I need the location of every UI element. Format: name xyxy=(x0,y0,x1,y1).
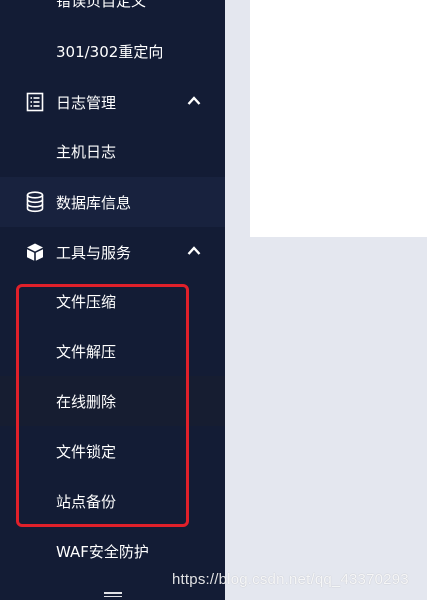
partial-menu-icon xyxy=(104,592,122,597)
sidebar-item-label: 日志管理 xyxy=(56,93,117,112)
sidebar-item-label: WAF安全防护 xyxy=(56,542,149,561)
sidebar-nav: 错误页自定义 301/302重定向 日志管理 主机日志 数据库信息 工具与服务 … xyxy=(0,0,225,600)
sidebar-item-label: 301/302重定向 xyxy=(56,42,164,61)
cube-icon xyxy=(24,241,46,263)
sidebar-item-label: 文件压缩 xyxy=(56,292,117,311)
watermark-text: https://blog.csdn.net/qq_43370293 xyxy=(172,571,409,588)
sidebar-item-waf-protection[interactable]: WAF安全防护 xyxy=(0,526,225,576)
sidebar-item-label: 文件解压 xyxy=(56,342,117,361)
sidebar-item-label: 数据库信息 xyxy=(56,193,132,212)
sidebar-item-online-delete[interactable]: 在线删除 xyxy=(0,376,225,426)
sidebar-item-file-decompress[interactable]: 文件解压 xyxy=(0,326,225,376)
sidebar-item-label: 在线删除 xyxy=(56,392,117,411)
sidebar-item-label: 文件锁定 xyxy=(56,442,117,461)
database-icon xyxy=(24,191,46,213)
sidebar-item-database-info[interactable]: 数据库信息 xyxy=(0,177,225,227)
sidebar-item-label: 工具与服务 xyxy=(56,243,132,262)
sidebar-item-label: 错误页自定义 xyxy=(56,0,147,10)
sidebar-group-log-management[interactable]: 日志管理 xyxy=(0,77,225,127)
chevron-up-icon[interactable] xyxy=(187,94,201,108)
sidebar-item-file-compress[interactable]: 文件压缩 xyxy=(0,276,225,326)
content-panel xyxy=(250,0,427,237)
log-list-icon xyxy=(24,91,46,113)
sidebar-item-label: 主机日志 xyxy=(56,142,117,161)
sidebar-item-redirect[interactable]: 301/302重定向 xyxy=(0,26,225,76)
sidebar-item-error-page-custom[interactable]: 错误页自定义 xyxy=(0,0,225,25)
sidebar-item-file-lock[interactable]: 文件锁定 xyxy=(0,426,225,476)
sidebar-item-host-logs[interactable]: 主机日志 xyxy=(0,126,225,176)
chevron-up-icon[interactable] xyxy=(187,244,201,258)
sidebar-item-site-backup[interactable]: 站点备份 xyxy=(0,476,225,526)
sidebar-group-tools-services[interactable]: 工具与服务 xyxy=(0,227,225,277)
sidebar-item-label: 站点备份 xyxy=(56,492,117,511)
